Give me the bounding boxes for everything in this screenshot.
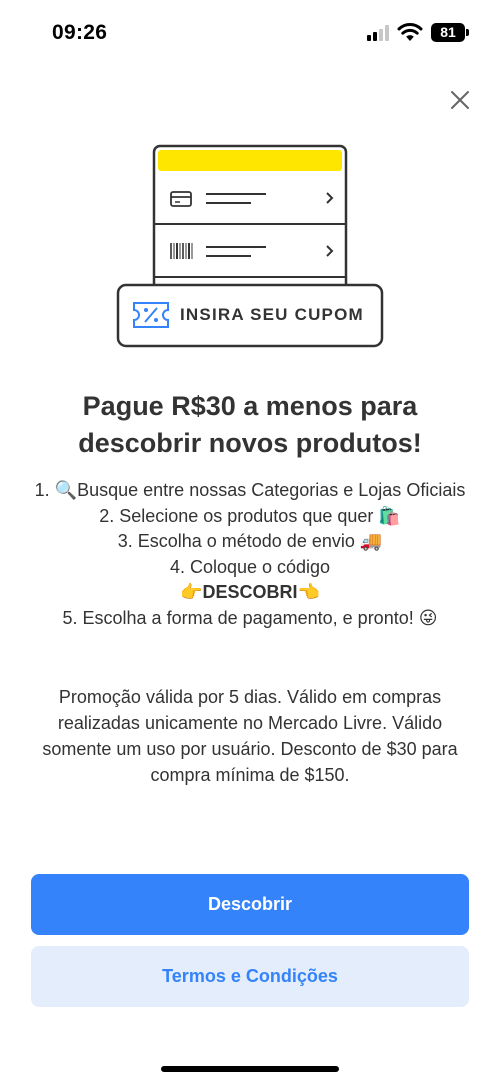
- pointing-right-icon: 👉: [180, 582, 203, 602]
- coupon-code-text: DESCOBRI: [202, 582, 298, 602]
- promo-terms-text: Promoção válida por 5 dias. Válido em co…: [42, 687, 458, 785]
- checkout-illustration: INSIRA SEU CUPOM: [116, 143, 386, 349]
- home-indicator[interactable]: [161, 1066, 339, 1072]
- battery-tip: [466, 29, 469, 36]
- magnifier-icon: 🔍: [54, 480, 78, 500]
- truck-icon: 🚚: [359, 531, 383, 551]
- terms-button-label: Termos e Condições: [162, 966, 338, 986]
- step-1-text: Busque entre nossas Categorias e Lojas O…: [77, 480, 466, 500]
- step-1: 1. 🔍Busque entre nossas Categorias e Loj…: [28, 478, 472, 504]
- coupon-code: 👉DESCOBRI👈: [28, 580, 472, 606]
- status-time: 09:26: [52, 21, 108, 44]
- battery-level: 81: [440, 24, 456, 40]
- discover-button[interactable]: Descobrir: [31, 874, 469, 935]
- step-1-number: 1.: [34, 480, 55, 500]
- signal-icon: [367, 25, 391, 41]
- step-5: 5. Escolha a forma de pagamento, e pront…: [28, 606, 472, 632]
- steps-list: 1. 🔍Busque entre nossas Categorias e Loj…: [28, 478, 472, 631]
- coupon-label: INSIRA SEU CUPOM: [180, 305, 364, 324]
- battery-icon: 81: [431, 23, 465, 42]
- step-2: 2. Selecione os produtos que quer 🛍️: [28, 504, 472, 530]
- step-3-text: 3. Escolha o método de envio: [117, 531, 360, 551]
- step-3: 3. Escolha o método de envio 🚚: [28, 529, 472, 555]
- wifi-icon: [397, 22, 423, 41]
- status-bar: 09:26 81: [0, 0, 500, 64]
- step-2-text: 2. Selecione os produtos que quer: [99, 505, 379, 526]
- pointing-left-icon: 👈: [297, 582, 320, 602]
- headline: Pague R$30 a menos para descobrir novos …: [78, 391, 422, 458]
- shopping-bags-icon: 🛍️: [378, 505, 401, 526]
- step-5-text: 5. Escolha a forma de pagamento, e pront…: [62, 607, 419, 628]
- winking-face-icon: 😜: [418, 607, 438, 628]
- close-icon[interactable]: [446, 86, 474, 114]
- yellow-header-bar: [158, 150, 342, 171]
- discover-button-label: Descobrir: [207, 894, 293, 914]
- terms-button[interactable]: Termos e Condições: [31, 946, 469, 1007]
- step-4: 4. Coloque o código: [169, 556, 331, 577]
